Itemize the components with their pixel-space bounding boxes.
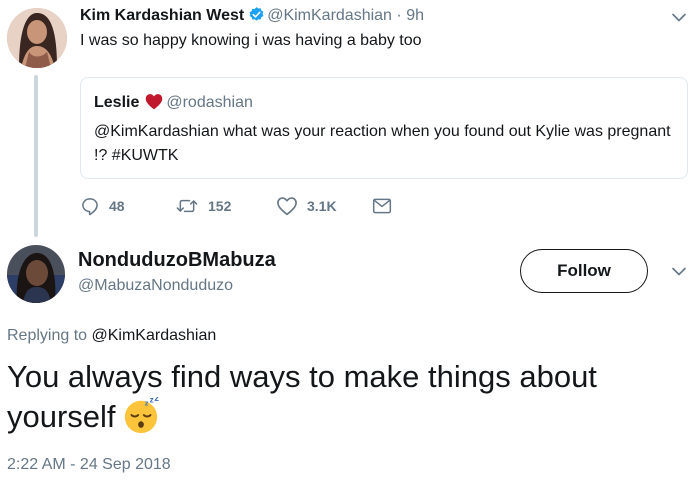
tweet-time[interactable]: 9h bbox=[406, 7, 424, 24]
retweet-button[interactable]: 152 bbox=[175, 194, 231, 218]
thread-line bbox=[34, 75, 38, 237]
svg-text:z: z bbox=[144, 399, 148, 408]
author-name[interactable]: Kim Kardashian West bbox=[80, 7, 244, 24]
reply-tweet-text: You always find ways to make things abou… bbox=[7, 357, 687, 445]
message-icon bbox=[372, 198, 392, 214]
tweet-separator: · bbox=[396, 7, 402, 24]
heart-icon bbox=[145, 93, 163, 115]
quoted-tweet[interactable]: Leslie @rodashian @KimKardashian what was… bbox=[80, 77, 688, 179]
quoted-author-name: Leslie bbox=[94, 94, 140, 111]
tweet-timestamp[interactable]: 2:22 AM - 24 Sep 2018 bbox=[7, 456, 171, 474]
reply-author-name[interactable]: NonduduzoBMabuza bbox=[78, 249, 276, 272]
like-button[interactable]: 3.1K bbox=[276, 194, 337, 218]
svg-text:z: z bbox=[154, 397, 159, 404]
reply-count: 48 bbox=[109, 198, 125, 214]
chevron-down-icon[interactable] bbox=[672, 13, 686, 22]
reply-button[interactable]: 48 bbox=[80, 194, 125, 218]
like-count: 3.1K bbox=[307, 198, 337, 214]
replying-mention[interactable]: @KimKardashian bbox=[92, 327, 217, 344]
retweet-icon bbox=[176, 199, 198, 213]
reply-author-handle[interactable]: @MabuzaNonduduzo bbox=[78, 277, 233, 295]
retweet-count: 152 bbox=[208, 198, 232, 214]
replying-prefix: Replying to bbox=[7, 327, 88, 344]
quoted-tweet-text: @KimKardashian what was your reaction wh… bbox=[94, 123, 671, 164]
message-button[interactable] bbox=[372, 194, 392, 218]
replying-to: Replying to @KimKardashian bbox=[7, 327, 216, 345]
quoted-author-handle: @rodashian bbox=[166, 94, 253, 111]
follow-button[interactable]: Follow bbox=[520, 249, 648, 293]
verified-badge-icon bbox=[248, 6, 265, 28]
reply-text-body: You always find ways to make things abou… bbox=[7, 359, 597, 434]
tweet-text: I was so happy knowing i was having a ba… bbox=[80, 32, 422, 49]
tweet-header: Kim Kardashian West @KimKardashian · 9h bbox=[80, 6, 424, 28]
author-handle[interactable]: @KimKardashian bbox=[267, 7, 392, 24]
chevron-down-icon[interactable] bbox=[672, 267, 686, 276]
sleeping-face-emoji: z z z bbox=[122, 393, 160, 445]
avatar-nonduduzo[interactable] bbox=[7, 245, 65, 303]
reply-icon bbox=[82, 198, 98, 216]
svg-text:z: z bbox=[149, 397, 153, 405]
like-icon bbox=[277, 197, 297, 216]
quoted-tweet-header: Leslie @rodashian bbox=[94, 93, 253, 115]
avatar-kim[interactable] bbox=[7, 8, 67, 68]
